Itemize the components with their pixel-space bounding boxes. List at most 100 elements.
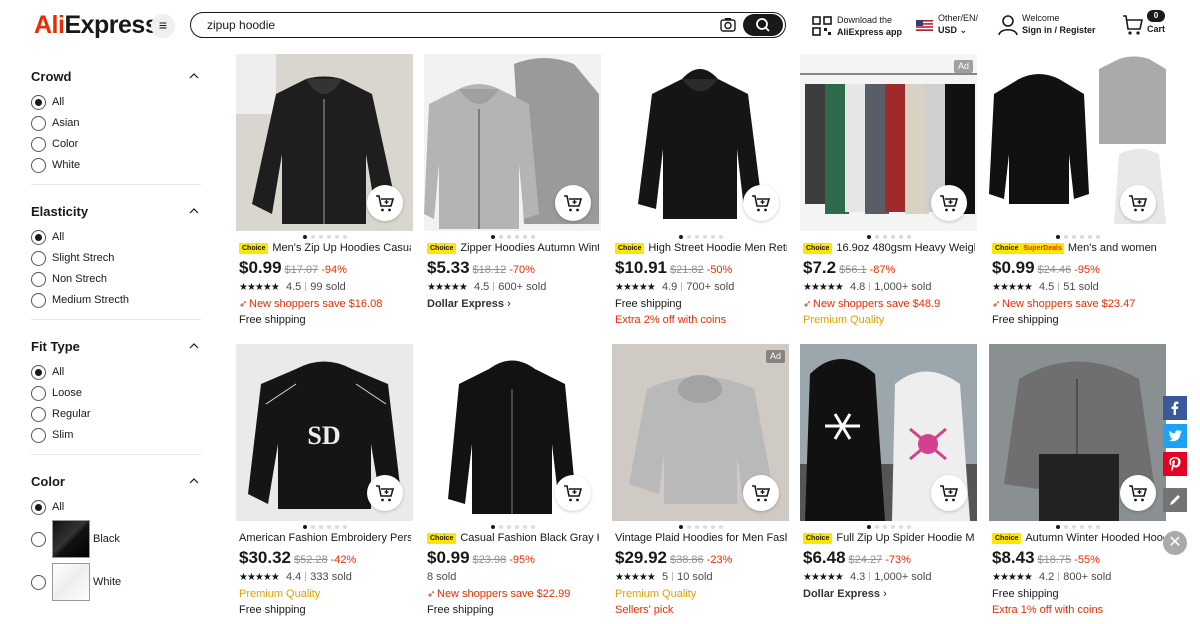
product-card[interactable]: Ad Vintage Plaid Hoodies for Men Fashion…	[612, 344, 789, 624]
product-image[interactable]	[424, 54, 601, 231]
radio[interactable]	[31, 407, 46, 422]
aliexpress-logo[interactable]: AliExpress	[34, 11, 159, 40]
hamburger-menu-icon[interactable]: ≡	[151, 14, 175, 38]
product-card[interactable]: Choice Autumn Winter Hooded Hoodie $8.43 $…	[989, 344, 1166, 624]
radio-selected[interactable]	[31, 500, 46, 515]
filter-title[interactable]: Color	[31, 467, 201, 497]
radio[interactable]	[31, 428, 46, 443]
product-title[interactable]: Choice High Street Hoodie Men Retro	[615, 241, 787, 255]
black-swatch[interactable]	[52, 520, 90, 558]
language-currency-selector[interactable]: Other/EN/USD ⌄	[916, 12, 996, 38]
filter-option[interactable]: All	[31, 497, 201, 518]
filter-option[interactable]: Non Strech	[31, 269, 201, 290]
product-image[interactable]	[989, 344, 1166, 521]
add-to-cart-button[interactable]	[555, 475, 591, 511]
edit-pencil-icon[interactable]	[1163, 488, 1187, 512]
radio[interactable]	[31, 137, 46, 152]
product-card[interactable]: Choice SuperDeals Men's and women $0.99 $24…	[989, 54, 1166, 334]
product-card[interactable]: SD American Fashion Embroidery Personali…	[236, 344, 413, 624]
radio[interactable]	[31, 293, 46, 308]
filter-option[interactable]: Color	[31, 134, 201, 155]
radio-selected[interactable]	[31, 230, 46, 245]
image-carousel-dots[interactable]	[989, 234, 1166, 240]
filter-option[interactable]: White	[31, 155, 201, 176]
product-card[interactable]: ChoiceCasual Fashion Black Gray Hoodie $…	[424, 344, 601, 624]
filter-option[interactable]: Slight Strech	[31, 248, 201, 269]
add-to-cart-button[interactable]	[1120, 475, 1156, 511]
product-image[interactable]	[236, 54, 413, 231]
filter-option[interactable]: All	[31, 92, 201, 113]
pinterest-share-icon[interactable]	[1163, 452, 1187, 476]
image-carousel-dots[interactable]	[424, 234, 601, 240]
product-title[interactable]: Choice SuperDeals Men's and women	[992, 241, 1164, 255]
product-image[interactable]	[989, 54, 1166, 231]
filter-option[interactable]: Regular	[31, 404, 201, 425]
radio[interactable]	[31, 116, 46, 131]
image-carousel-dots[interactable]	[800, 524, 977, 530]
filter-option[interactable]: Loose	[31, 383, 201, 404]
filter-option[interactable]: Medium Strecth	[31, 290, 201, 311]
image-carousel-dots[interactable]	[236, 524, 413, 530]
radio[interactable]	[31, 158, 46, 173]
filter-option[interactable]: Asian	[31, 113, 201, 134]
radio[interactable]	[31, 251, 46, 266]
product-card[interactable]: Choice Full Zip Up Spider Hoodie Men $6.4…	[800, 344, 977, 624]
filter-title[interactable]: Elasticity	[31, 197, 201, 227]
search-input[interactable]	[207, 16, 687, 34]
twitter-share-icon[interactable]	[1163, 424, 1187, 448]
radio[interactable]	[31, 386, 46, 401]
color-option-white[interactable]: White	[31, 561, 201, 604]
add-to-cart-button[interactable]	[743, 475, 779, 511]
image-carousel-dots[interactable]	[612, 234, 789, 240]
add-to-cart-button[interactable]	[743, 185, 779, 221]
color-option-black[interactable]: Black	[31, 518, 201, 561]
product-card[interactable]: Choice Zipper Hoodies Autumn Winter $5.33…	[424, 54, 601, 334]
radio-selected[interactable]	[31, 95, 46, 110]
image-carousel-dots[interactable]	[800, 234, 977, 240]
filter-option[interactable]: All	[31, 227, 201, 248]
download-app-link[interactable]: Download the AliExpress app	[812, 14, 912, 40]
add-to-cart-button[interactable]	[367, 185, 403, 221]
chevron-up-icon[interactable]	[189, 343, 199, 349]
add-to-cart-button[interactable]	[1120, 185, 1156, 221]
filter-title[interactable]: Crowd	[31, 62, 201, 92]
product-title[interactable]: Choice Full Zip Up Spider Hoodie Men	[803, 531, 975, 545]
search-button[interactable]	[743, 14, 783, 36]
add-to-cart-button[interactable]	[931, 185, 967, 221]
add-to-cart-button[interactable]	[555, 185, 591, 221]
add-to-cart-button[interactable]	[931, 475, 967, 511]
product-title[interactable]: Vintage Plaid Hoodies for Men Fashion	[615, 531, 787, 545]
product-image[interactable]: Ad	[612, 344, 789, 521]
radio[interactable]	[31, 532, 46, 547]
chevron-up-icon[interactable]	[189, 478, 199, 484]
add-to-cart-button[interactable]	[367, 475, 403, 511]
product-image[interactable]	[800, 344, 977, 521]
sign-in-register[interactable]: Sign in / Register	[1022, 24, 1096, 36]
radio-selected[interactable]	[31, 365, 46, 380]
facebook-share-icon[interactable]	[1163, 396, 1187, 420]
image-carousel-dots[interactable]	[989, 524, 1166, 530]
close-icon[interactable]: ✕	[1163, 531, 1187, 555]
filter-title[interactable]: Fit Type	[31, 332, 201, 362]
product-title[interactable]: Choice Men's Zip Up Hoodies Casual	[239, 241, 411, 255]
product-image[interactable]: SD	[236, 344, 413, 521]
filter-option[interactable]: Slim	[31, 425, 201, 446]
product-card[interactable]: Choice High Street Hoodie Men Retro $10.9…	[612, 54, 789, 334]
image-carousel-dots[interactable]	[612, 524, 789, 530]
product-title[interactable]: Choice Autumn Winter Hooded Hoodie	[992, 531, 1164, 545]
product-title[interactable]: American Fashion Embroidery Personality	[239, 531, 411, 545]
product-title[interactable]: Choice 16.9oz 480gsm Heavy Weight	[803, 241, 975, 255]
camera-search-icon[interactable]	[719, 16, 737, 34]
white-swatch[interactable]	[52, 563, 90, 601]
product-title[interactable]: ChoiceCasual Fashion Black Gray Hoodie	[427, 531, 599, 545]
product-image[interactable]: Ad	[800, 54, 977, 231]
chevron-up-icon[interactable]	[189, 73, 199, 79]
filter-option[interactable]: All	[31, 362, 201, 383]
product-image[interactable]	[424, 344, 601, 521]
radio[interactable]	[31, 575, 46, 590]
product-image[interactable]	[612, 54, 789, 231]
chevron-up-icon[interactable]	[189, 208, 199, 214]
image-carousel-dots[interactable]	[424, 524, 601, 530]
product-card[interactable]: Choice Men's Zip Up Hoodies Casual $0.99 $…	[236, 54, 413, 334]
cart-button[interactable]: 0 Cart	[1122, 10, 1172, 38]
